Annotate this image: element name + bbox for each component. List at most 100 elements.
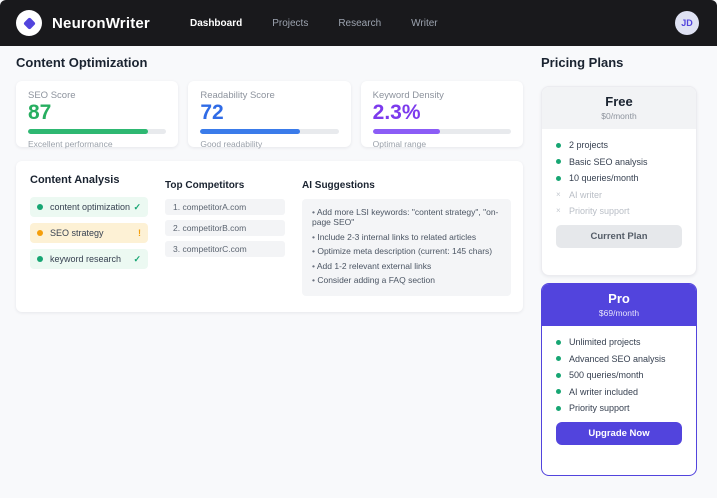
score-cards-row: SEO Score 87 Excellent performance Reada… [16, 81, 523, 150]
keyword-label: keyword research [50, 254, 122, 264]
plan-header: Free $0/month [542, 87, 696, 129]
progress-bar [200, 129, 339, 135]
score-caption: Optimal range [372, 139, 427, 150]
plan-feature: Advanced SEO analysis [556, 354, 682, 364]
suggestion-item: Add more LSI keywords: "content strategy… [312, 207, 501, 227]
suggestions-title: AI Suggestions [302, 180, 375, 191]
content-analysis-card: Content Analysis content optimization ✓ … [16, 161, 523, 312]
pro-plan-card: Pro $69/month Unlimited projects Advance… [541, 283, 697, 476]
feature-label: Priority support [569, 206, 630, 216]
plan-feature: Unlimited projects [556, 337, 682, 347]
logo-diamond-icon [22, 16, 36, 30]
top-navbar: NeuronWriter Dashboard Projects Research… [0, 0, 717, 46]
keyword-pill[interactable]: SEO strategy ! [30, 223, 148, 243]
competitor-item: 2. competitorB.com [165, 220, 285, 236]
competitor-item: 1. competitorA.com [165, 199, 285, 215]
check-icon: ✓ [133, 253, 141, 264]
feature-label: Advanced SEO analysis [569, 353, 666, 364]
nav-projects[interactable]: Projects [264, 12, 316, 35]
feature-dot-icon [556, 175, 561, 181]
plan-feature: Priority support [556, 403, 682, 413]
score-label: SEO Score [28, 90, 76, 101]
plan-header: Pro $69/month [542, 284, 696, 326]
plan-feature: Basic SEO analysis [556, 157, 682, 167]
feature-label: Priority support [569, 403, 630, 413]
keyword-density-card: Keyword Density 2.3% Optimal range [360, 81, 523, 150]
feature-dot-icon [556, 142, 561, 148]
plan-features: Unlimited projects Advanced SEO analysis… [542, 326, 696, 413]
upgrade-now-button[interactable]: Upgrade Now [556, 422, 682, 445]
competitor-item: 3. competitorC.com [165, 241, 285, 257]
feature-dot-icon [556, 159, 561, 164]
app-window: NeuronWriter Dashboard Projects Research… [0, 0, 717, 498]
progress-bar-fill [28, 129, 149, 135]
plan-feature-excluded: × Priority support [556, 206, 682, 216]
x-icon: × [556, 189, 561, 199]
plan-feature: 2 projects [556, 140, 682, 150]
progress-bar [372, 129, 511, 135]
score-caption: Excellent performance [28, 139, 113, 150]
score-label: Keyword Density [372, 90, 444, 101]
feature-dot-icon [556, 356, 561, 361]
suggestions-panel: Add more LSI keywords: "content strategy… [302, 199, 511, 296]
nav-research[interactable]: Research [330, 12, 389, 35]
plan-price: $69/month [598, 308, 640, 318]
score-label: Readability Score [200, 90, 275, 101]
pricing-title: Pricing Plans [541, 55, 624, 70]
feature-label: Basic SEO analysis [569, 156, 648, 167]
nav-dashboard[interactable]: Dashboard [182, 12, 250, 35]
score-value: 2.3% [372, 101, 421, 124]
free-plan-card: Free $0/month 2 projects Basic SEO analy… [541, 86, 697, 276]
feature-label: 2 projects [569, 140, 609, 150]
score-caption: Good readability [200, 139, 263, 150]
competitors-title: Top Competitors [165, 180, 245, 191]
keywords-column: Content Analysis content optimization ✓ … [30, 174, 148, 296]
plan-feature: 500 queries/month [556, 370, 682, 380]
app-logo [16, 10, 42, 36]
suggestion-item: Optimize meta description (current: 145 … [312, 246, 501, 256]
feature-label: AI writer [569, 189, 603, 200]
plan-feature-excluded: × AI writer [556, 190, 682, 200]
feature-label: AI writer included [569, 386, 639, 397]
page-title: Content Optimization [16, 55, 148, 70]
feature-label: Unlimited projects [569, 337, 641, 347]
main-column: Content Optimization SEO Score 87 Excell… [16, 55, 523, 476]
plan-price: $0/month [601, 111, 637, 121]
feature-dot-icon [556, 339, 561, 345]
warning-icon: ! [138, 228, 141, 238]
status-dot-icon [37, 230, 43, 236]
keyword-pill[interactable]: keyword research ✓ [30, 249, 148, 269]
plan-name: Pro [608, 291, 630, 306]
user-avatar[interactable]: JD [675, 11, 699, 35]
readability-score-card: Readability Score 72 Good readability [188, 81, 351, 150]
check-icon: ✓ [133, 201, 141, 212]
suggestions-column: AI Suggestions Add more LSI keywords: "c… [302, 174, 511, 296]
plan-feature: 10 queries/month [556, 173, 682, 183]
plan-feature: AI writer included [556, 387, 682, 397]
progress-bar-fill [200, 129, 300, 135]
brand-title: NeuronWriter [52, 14, 150, 32]
content-area: Content Optimization SEO Score 87 Excell… [0, 46, 717, 476]
feature-dot-icon [556, 405, 561, 411]
x-icon: × [556, 206, 561, 215]
score-value: 72 [200, 101, 224, 124]
status-dot-icon [37, 256, 43, 262]
score-value: 87 [28, 101, 52, 124]
status-dot-icon [37, 204, 43, 210]
seo-score-card: SEO Score 87 Excellent performance [16, 81, 179, 150]
progress-bar [28, 129, 167, 135]
nav-writer[interactable]: Writer [403, 12, 445, 35]
keyword-pill[interactable]: content optimization ✓ [30, 197, 148, 217]
suggestion-item: Add 1-2 relevant external links [312, 261, 501, 271]
competitors-column: Top Competitors 1. competitorA.com 2. co… [165, 174, 285, 296]
current-plan-button[interactable]: Current Plan [556, 225, 682, 248]
main-nav: Dashboard Projects Research Writer [182, 12, 446, 35]
plan-name: Free [605, 94, 633, 109]
feature-label: 10 queries/month [569, 173, 639, 183]
plan-features: 2 projects Basic SEO analysis 10 queries… [542, 129, 696, 216]
keyword-label: SEO strategy [50, 228, 104, 238]
keyword-label: content optimization [50, 202, 131, 212]
progress-bar-fill [372, 129, 441, 135]
suggestion-item: Include 2-3 internal links to related ar… [312, 232, 501, 242]
suggestion-item: Consider adding a FAQ section [312, 275, 501, 285]
